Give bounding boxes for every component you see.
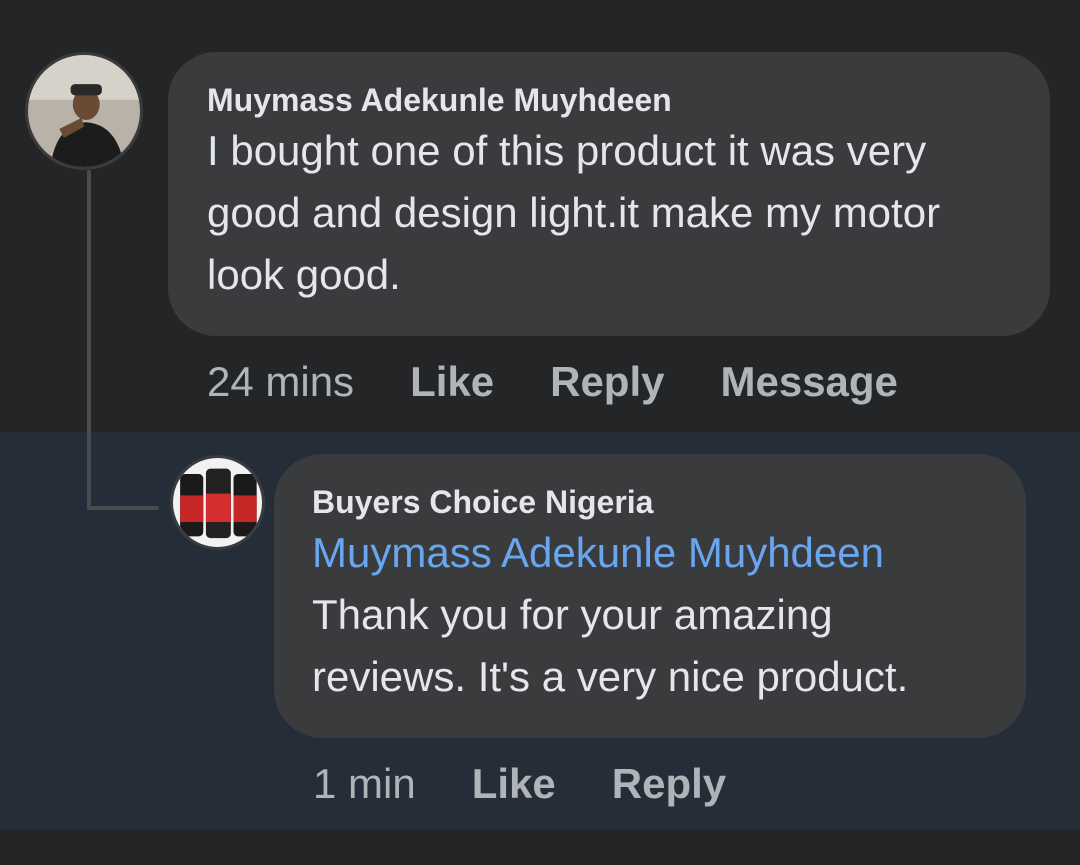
reply-author[interactable]: Buyers Choice Nigeria <box>312 482 990 522</box>
comment-timestamp[interactable]: 24 mins <box>207 358 354 406</box>
message-button[interactable]: Message <box>720 358 897 406</box>
page-avatar[interactable] <box>170 455 265 550</box>
comment-actions: 24 mins Like Reply Message <box>207 358 954 406</box>
reply-bubble[interactable]: Buyers Choice Nigeria Muymass Adekunle M… <box>274 454 1026 738</box>
comment-text: I bought one of this product it was very… <box>207 127 941 298</box>
reply-button[interactable]: Reply <box>550 358 664 406</box>
like-button[interactable]: Like <box>410 358 494 406</box>
comment-bubble[interactable]: Muymass Adekunle Muyhdeen I bought one o… <box>168 52 1050 336</box>
mention-link[interactable]: Muymass Adekunle Muyhdeen <box>312 522 990 584</box>
comment-author[interactable]: Muymass Adekunle Muyhdeen <box>207 80 1014 120</box>
thread-connector-line <box>87 170 91 510</box>
thread-connector-branch <box>87 506 159 510</box>
reply-body: Muymass Adekunle Muyhdeen Thank you for … <box>312 522 990 708</box>
reply-text: Thank you for your amazing reviews. It's… <box>312 591 909 700</box>
product-bottles-icon <box>173 458 262 547</box>
like-button[interactable]: Like <box>472 760 556 808</box>
reply-timestamp[interactable]: 1 min <box>313 760 416 808</box>
reply-button[interactable]: Reply <box>612 760 726 808</box>
user-photo-icon <box>28 55 140 167</box>
commenter-avatar[interactable] <box>25 52 143 170</box>
bottom-separator <box>0 830 1080 865</box>
reply-actions: 1 min Like Reply <box>313 760 782 808</box>
